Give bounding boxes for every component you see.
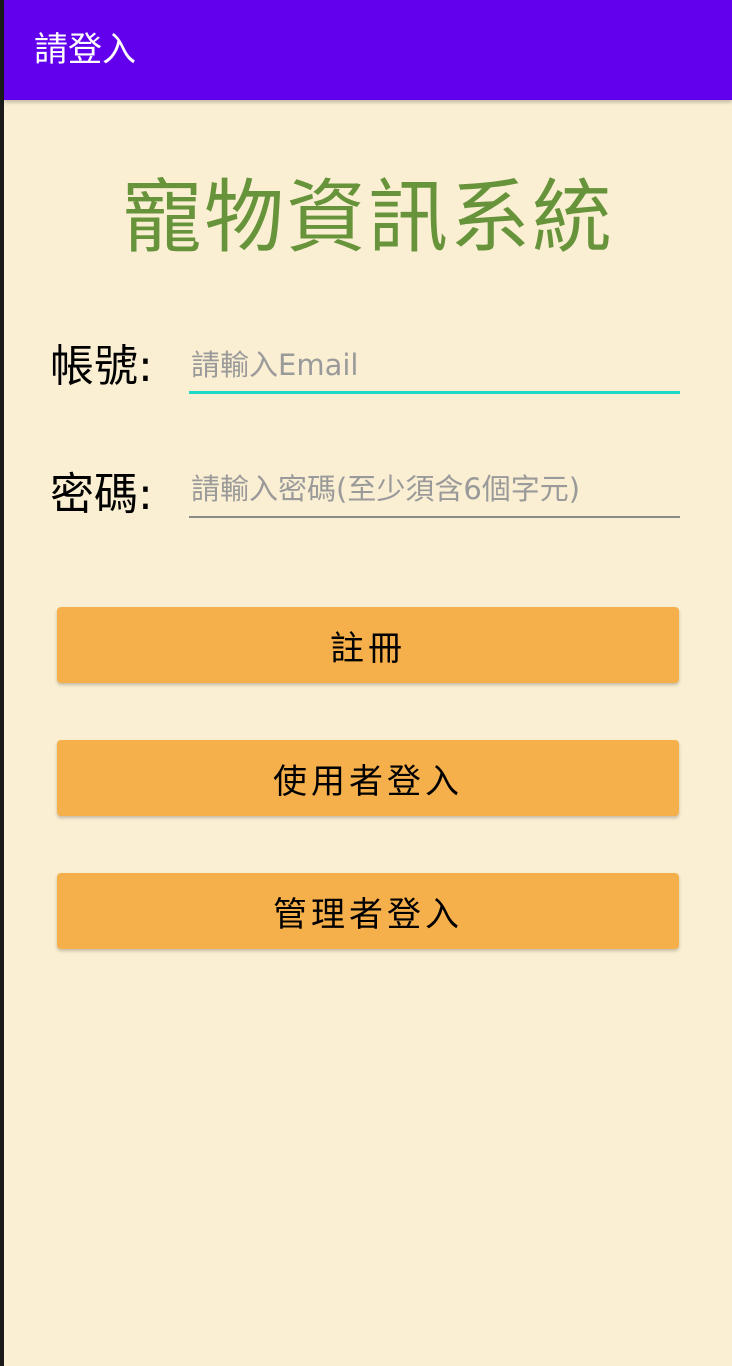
app-title: 寵物資訊系統 <box>122 171 614 264</box>
email-field[interactable] <box>189 344 680 394</box>
admin-login-button[interactable]: 管理者登入 <box>57 873 679 949</box>
app-bar-title: 請登入 <box>34 30 136 70</box>
register-button[interactable]: 註冊 <box>57 607 679 683</box>
account-label: 帳號: <box>50 341 153 392</box>
login-screen: 請登入 寵物資訊系統 帳號: 密碼: 註冊 使用者登入 管理者登入 <box>4 0 732 1366</box>
password-label: 密碼: <box>50 469 153 520</box>
user-login-button[interactable]: 使用者登入 <box>57 740 679 816</box>
password-field[interactable] <box>189 468 680 518</box>
app-bar: 請登入 <box>4 0 732 100</box>
